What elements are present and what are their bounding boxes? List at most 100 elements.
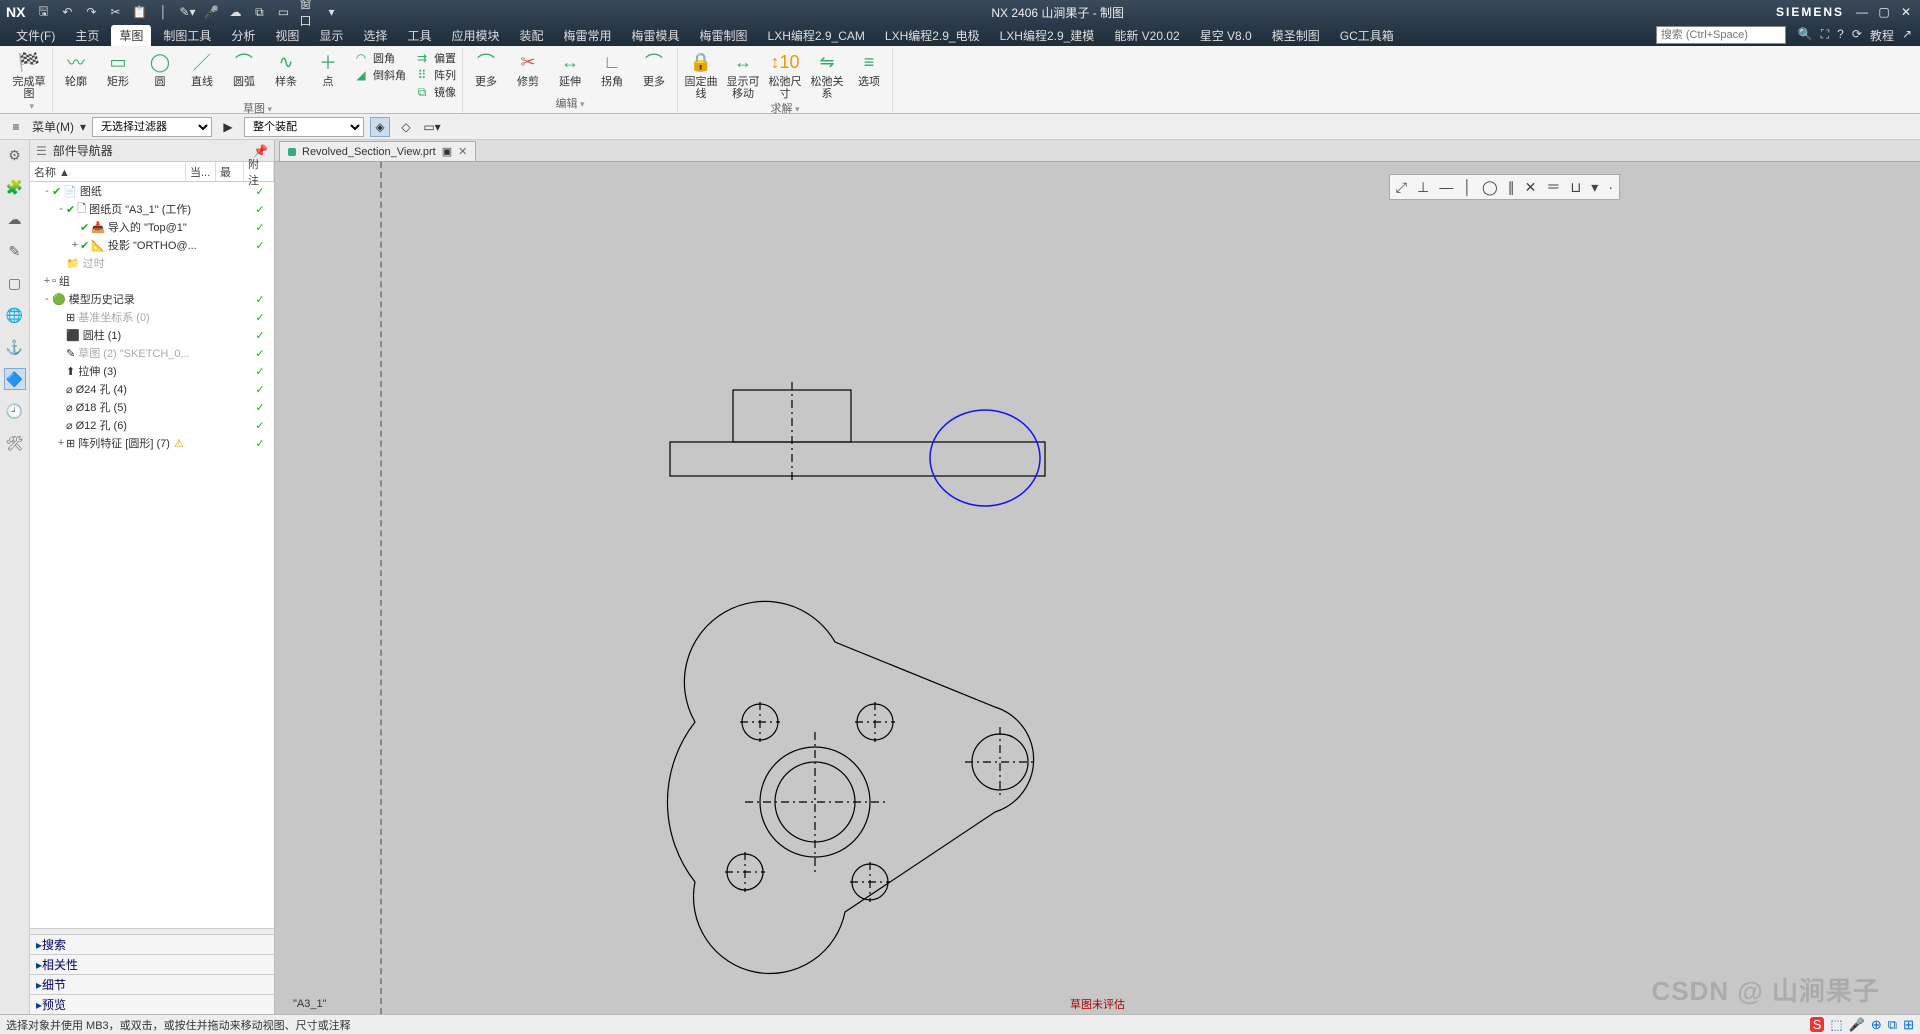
panel-section[interactable]: 预览	[30, 994, 274, 1014]
line-button[interactable]: ／直线	[185, 50, 219, 88]
ext-icon[interactable]: ↗	[1902, 27, 1912, 44]
tree-row[interactable]: +⊞阵列特征 [圆形] (7)⚠✓	[30, 434, 274, 452]
sel2-icon[interactable]: ◇	[396, 117, 416, 137]
tree-row[interactable]: +✔📐投影 "ORTHO@...✓	[30, 236, 274, 254]
tutorial-link[interactable]: 教程	[1870, 27, 1894, 44]
menu-0[interactable]: 文件(F)	[8, 25, 63, 46]
help-icon[interactable]: ?	[1837, 27, 1844, 44]
filter-combo[interactable]: 无选择过滤器	[92, 117, 212, 137]
relaxrel-button[interactable]: ⇋松弛关系	[810, 50, 844, 100]
filter-icon[interactable]: ▶	[218, 117, 238, 137]
sb-snap4-icon[interactable]: ⧉	[1888, 1017, 1897, 1033]
mirror-button[interactable]: ⧉镜像	[414, 84, 456, 100]
search-input[interactable]	[1656, 26, 1786, 44]
tree-row[interactable]: ⌀Ø18 孔 (5)✓	[30, 398, 274, 416]
navigator-tree[interactable]: -✔📄图纸✓-✔🗋图纸页 "A3_1" (工作)✓ ✔📥导入的 "Top@1"✓…	[30, 182, 274, 928]
tree-row[interactable]: +▫组	[30, 272, 274, 290]
canvas[interactable]: ⤢ ⊥ — │ ◯ ∥ ✕ ＝ ⊔ ▾ ·	[275, 162, 1920, 1014]
tree-row[interactable]: ⬛圆柱 (1)✓	[30, 326, 274, 344]
menu-18[interactable]: 星空 V8.0	[1192, 25, 1260, 46]
pattern-button[interactable]: ⠿阵列	[414, 67, 456, 83]
menu-8[interactable]: 工具	[399, 25, 439, 46]
menu-17[interactable]: 能新 V20.02	[1106, 25, 1187, 46]
options-button[interactable]: ≡选项	[852, 50, 886, 88]
tree-row[interactable]: -✔📄图纸✓	[30, 182, 274, 200]
dd-icon[interactable]: ▾	[323, 4, 339, 20]
menu-button[interactable]: 菜单(M)	[32, 118, 74, 135]
trim-button[interactable]: ✂修剪	[511, 50, 545, 88]
tree-row[interactable]: -🟢模型历史记录✓	[30, 290, 274, 308]
dd-icon[interactable]: ▾	[80, 120, 86, 134]
rail-tools-icon[interactable]: 🛠	[4, 432, 26, 454]
sb-snap2-icon[interactable]: 🎤	[1849, 1017, 1865, 1033]
rect-button[interactable]: ▭矩形	[101, 50, 135, 88]
menu-1[interactable]: 主页	[67, 25, 107, 46]
scope-combo[interactable]: 整个装配	[244, 117, 364, 137]
cloud-icon[interactable]: ☁	[227, 4, 243, 20]
menu-hamburger-icon[interactable]: ≡	[6, 117, 26, 137]
panel-section[interactable]: 细节	[30, 974, 274, 994]
restore-icon[interactable]: ▢	[1876, 4, 1892, 20]
save-icon[interactable]: 🖫	[35, 4, 51, 20]
sel1-icon[interactable]: ◈	[370, 117, 390, 137]
pen-icon[interactable]: ✎▾	[179, 4, 195, 20]
rail-anchor-icon[interactable]: ⚓	[4, 336, 26, 358]
tree-row[interactable]: ✎草图 (2) "SKETCH_0...✓	[30, 344, 274, 362]
undo-icon[interactable]: ↶	[59, 4, 75, 20]
arc-button[interactable]: ⌒圆弧	[227, 50, 261, 88]
rail-assembly-icon[interactable]: 🧩	[4, 176, 26, 198]
window-icon[interactable]: ▭	[275, 4, 291, 20]
copy-icon[interactable]: ⧉	[251, 4, 267, 20]
refresh-icon[interactable]: ⟳	[1852, 27, 1862, 44]
panel-section[interactable]: 相关性	[30, 954, 274, 974]
rail-box-icon[interactable]: ▢	[4, 272, 26, 294]
extend-button[interactable]: ↔延伸	[553, 50, 587, 88]
paste-icon[interactable]: 📋	[131, 4, 147, 20]
tree-row[interactable]: ⊞基准坐标系 (0)✓	[30, 308, 274, 326]
profile-button[interactable]: 〰轮廓	[59, 50, 93, 88]
tab-close-icon[interactable]: ✕	[458, 145, 467, 158]
finish-sketch-button[interactable]: 🏁完成草图	[12, 50, 46, 100]
corner-button[interactable]: ∟拐角	[595, 50, 629, 88]
sb-ime-icon[interactable]: S	[1810, 1017, 1825, 1032]
tree-row[interactable]: ⌀Ø12 孔 (6)✓	[30, 416, 274, 434]
menu-4[interactable]: 分析	[223, 25, 263, 46]
menu-6[interactable]: 显示	[311, 25, 351, 46]
sb-snap1-icon[interactable]: ⬚	[1830, 1017, 1842, 1033]
sel3-icon[interactable]: ▭▾	[422, 117, 442, 137]
menu-19[interactable]: 模圣制图	[1264, 25, 1328, 46]
rail-cloud-icon[interactable]: ☁	[4, 208, 26, 230]
menu-5[interactable]: 视图	[267, 25, 307, 46]
menu-10[interactable]: 装配	[511, 25, 551, 46]
tree-row[interactable]: ⌀Ø24 孔 (4)✓	[30, 380, 274, 398]
menu-3[interactable]: 制图工具	[155, 25, 219, 46]
fillet-button[interactable]: ◠圆角	[353, 50, 406, 66]
showmove-button[interactable]: ↔显示可移动	[726, 50, 760, 100]
minimize-icon[interactable]: ―	[1854, 4, 1870, 20]
menu-16[interactable]: LXH编程2.9_建模	[992, 25, 1103, 46]
cut-icon[interactable]: ✂	[107, 4, 123, 20]
point-button[interactable]: ＋点	[311, 50, 345, 88]
menu-12[interactable]: 梅雷模具	[624, 25, 688, 46]
tree-row[interactable]: -✔🗋图纸页 "A3_1" (工作)✓	[30, 200, 274, 218]
sb-snap3-icon[interactable]: ⊕	[1871, 1017, 1882, 1033]
more1-button[interactable]: ⌒更多	[469, 50, 503, 88]
menu-15[interactable]: LXH编程2.9_电极	[877, 25, 988, 46]
menu-2[interactable]: 草图	[111, 25, 151, 46]
menu-9[interactable]: 应用模块	[443, 25, 507, 46]
mic-icon[interactable]: 🎤	[203, 4, 219, 20]
rail-globe-icon[interactable]: 🌐	[4, 304, 26, 326]
rail-sketch-icon[interactable]: ✎	[4, 240, 26, 262]
offset-button[interactable]: ⇉偏置	[414, 50, 456, 66]
search-icon[interactable]: 🔍	[1798, 27, 1813, 44]
sb-snap5-icon[interactable]: ⊞	[1903, 1017, 1914, 1033]
doc-tab[interactable]: Revolved_Section_View.prt ▣ ✕	[279, 141, 476, 161]
menu-7[interactable]: 选择	[355, 25, 395, 46]
tree-row[interactable]: 📁过时	[30, 254, 274, 272]
tree-row[interactable]: ✔📥导入的 "Top@1"✓	[30, 218, 274, 236]
tree-columns[interactable]: 名称 ▲当...最附注	[30, 162, 274, 182]
rail-part-nav-icon[interactable]: 🔷	[4, 368, 26, 390]
rail-history-icon[interactable]: 🕘	[4, 400, 26, 422]
menu-14[interactable]: LXH编程2.9_CAM	[760, 25, 873, 46]
fullscreen-icon[interactable]: ⛶	[1821, 27, 1829, 44]
